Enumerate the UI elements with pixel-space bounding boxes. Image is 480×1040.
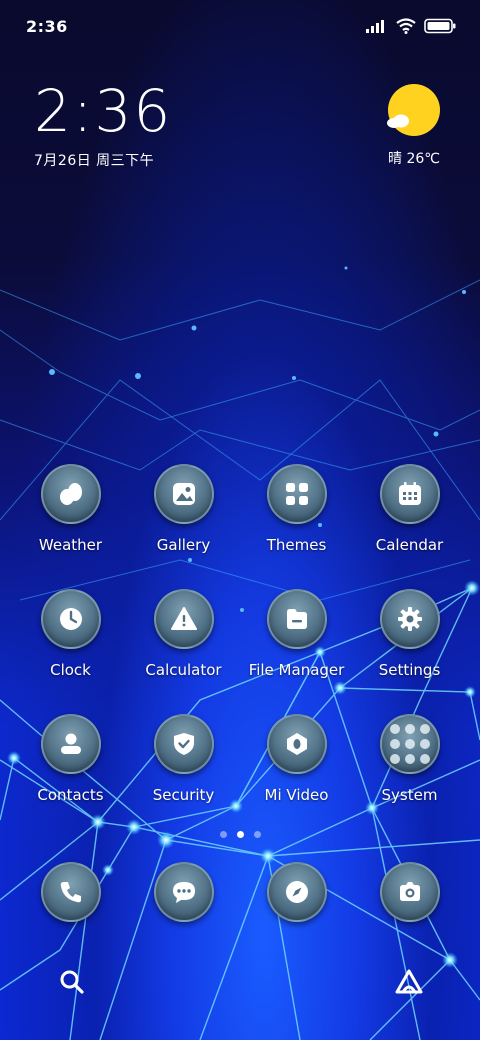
contacts-icon[interactable] <box>40 714 101 774</box>
app-label: System <box>381 786 438 804</box>
app-label: Calculator <box>145 661 222 679</box>
clock-widget[interactable]: 2:36 7月26日 周三下午 <box>34 82 172 170</box>
dock-browser[interactable] <box>240 862 353 926</box>
folder-icon[interactable] <box>379 714 440 774</box>
app-grid: Weather Gallery Themes Calendar Clock Ca… <box>14 464 466 839</box>
app-label: Themes <box>266 536 327 554</box>
app-label: Calendar <box>375 536 444 554</box>
clock-widget-time: 2:36 <box>34 77 173 145</box>
app-row: Clock Calculator File Manager Settings <box>14 589 466 714</box>
clock-widget-date: 7月26日 周三下午 <box>34 153 155 169</box>
weather-text: 晴 26℃ <box>388 151 440 167</box>
page-dot[interactable] <box>253 831 261 838</box>
app-label: Mi Video <box>264 786 329 804</box>
shield-icon[interactable] <box>153 714 214 774</box>
folder-preview-icons <box>389 724 430 764</box>
file-manager-icon[interactable] <box>266 589 327 649</box>
page-dot[interactable] <box>219 831 227 838</box>
dock <box>14 862 466 926</box>
app-security[interactable]: Security <box>127 714 240 839</box>
bottom-bar <box>0 962 480 1002</box>
calculator-icon[interactable] <box>153 589 214 649</box>
app-label: Clock <box>50 661 91 679</box>
compass-icon[interactable] <box>266 862 327 922</box>
app-row: Contacts Security Mi Video System <box>14 714 466 839</box>
app-themes[interactable]: Themes <box>240 464 353 589</box>
app-vault-icon[interactable] <box>394 968 424 996</box>
search-icon[interactable] <box>58 968 86 996</box>
sunny-icon <box>387 84 440 136</box>
dock-messaging[interactable] <box>127 862 240 926</box>
chat-icon[interactable] <box>153 862 214 922</box>
signal-icon <box>366 20 384 33</box>
calendar-icon[interactable] <box>379 464 440 524</box>
gear-icon[interactable] <box>379 589 440 649</box>
dock-camera[interactable] <box>353 862 466 926</box>
app-label: Gallery <box>156 536 211 554</box>
app-label: Contacts <box>37 786 104 804</box>
app-system-folder[interactable]: System <box>353 714 466 839</box>
app-file-manager[interactable]: File Manager <box>240 589 353 714</box>
status-time: 2:36 <box>26 16 68 36</box>
battery-icon <box>424 18 456 34</box>
gallery-icon[interactable] <box>153 464 214 524</box>
app-calculator[interactable]: Calculator <box>127 589 240 714</box>
dock-phone[interactable] <box>14 862 127 926</box>
app-mi-video[interactable]: Mi Video <box>240 714 353 839</box>
app-label: Settings <box>378 661 441 679</box>
app-settings[interactable]: Settings <box>353 589 466 714</box>
app-gallery[interactable]: Gallery <box>127 464 240 589</box>
video-icon[interactable] <box>266 714 327 774</box>
app-row: Weather Gallery Themes Calendar <box>14 464 466 589</box>
status-bar: 2:36 <box>0 0 480 52</box>
app-calendar[interactable]: Calendar <box>353 464 466 589</box>
status-icons <box>366 18 456 34</box>
themes-icon[interactable] <box>266 464 327 524</box>
app-contacts[interactable]: Contacts <box>14 714 127 839</box>
weather-icon[interactable] <box>40 464 101 524</box>
app-label: File Manager <box>248 661 345 679</box>
phone-icon[interactable] <box>40 862 101 922</box>
cloud-icon <box>387 114 409 128</box>
app-label: Weather <box>38 536 103 554</box>
app-label: Security <box>152 786 215 804</box>
clock-icon[interactable] <box>40 589 101 649</box>
app-weather[interactable]: Weather <box>14 464 127 589</box>
page-indicator[interactable] <box>0 831 480 838</box>
page-dot-active[interactable] <box>236 831 244 838</box>
wifi-icon <box>396 18 416 34</box>
camera-icon[interactable] <box>379 862 440 922</box>
weather-widget[interactable]: 晴 26℃ <box>384 84 444 168</box>
app-clock[interactable]: Clock <box>14 589 127 714</box>
